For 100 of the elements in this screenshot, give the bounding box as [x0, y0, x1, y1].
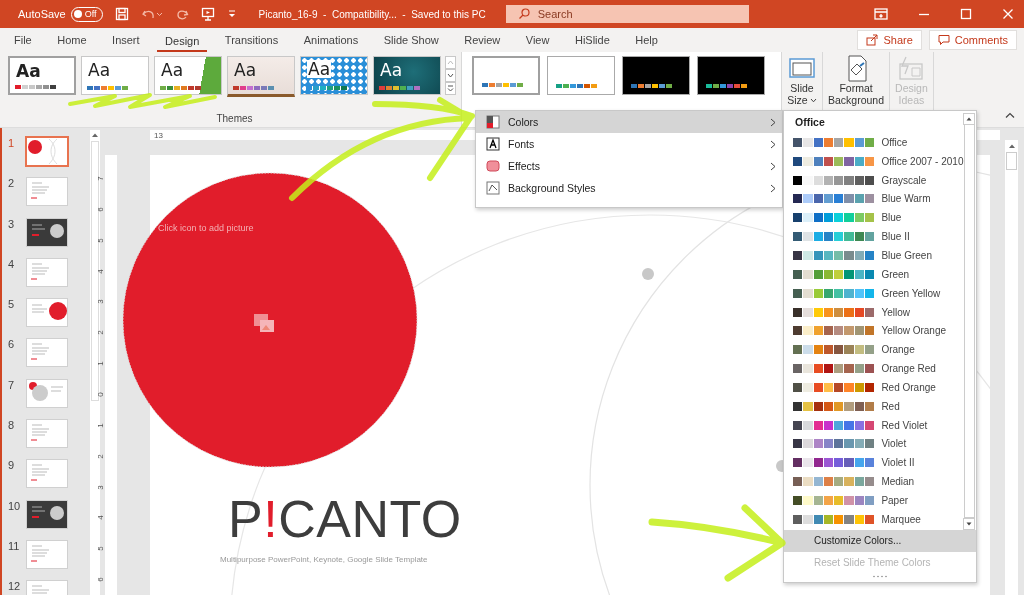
- insert-picture-icon[interactable]: [253, 313, 275, 333]
- theme-thumbnail[interactable]: Aa: [154, 56, 222, 95]
- ribbon-display-icon[interactable]: [874, 8, 888, 20]
- theme-sample-text: Aa: [380, 60, 403, 80]
- ruler-number: 6: [95, 577, 106, 582]
- ribbon-tab[interactable]: File: [6, 28, 40, 52]
- ribbon-tab[interactable]: Slide Show: [375, 28, 447, 52]
- slide-thumbnail[interactable]: [26, 378, 68, 408]
- color-scheme-item[interactable]: Blue Green: [793, 246, 964, 265]
- theme-thumbnail[interactable]: Aa: [81, 56, 149, 95]
- effects-icon: [486, 159, 500, 173]
- scrollbar[interactable]: [963, 111, 978, 530]
- slide-thumbnail[interactable]: [26, 338, 68, 368]
- more-icon[interactable]: [445, 82, 456, 95]
- scrollbar[interactable]: [90, 130, 100, 595]
- color-scheme-item[interactable]: Office 2007 - 2010: [793, 151, 964, 171]
- color-scheme-item[interactable]: Violet II: [793, 453, 964, 473]
- color-scheme-item[interactable]: Paper: [793, 491, 964, 510]
- slide-thumbnail[interactable]: [26, 459, 68, 489]
- ribbon-button[interactable]: Slide Size: [784, 54, 820, 106]
- ribbon-tab[interactable]: Help: [627, 28, 666, 52]
- color-scheme-item[interactable]: Red: [793, 396, 964, 416]
- ribbon-tab[interactable]: View: [517, 28, 558, 52]
- slide-number: 12: [7, 580, 22, 593]
- comments-button[interactable]: Comments: [928, 30, 1017, 50]
- theme-thumbnail[interactable]: Aa: [227, 56, 295, 97]
- color-scheme-item[interactable]: Orange Red: [793, 359, 964, 378]
- scroll-thumb[interactable]: [964, 125, 975, 518]
- scroll-down-icon[interactable]: [445, 69, 456, 82]
- slide-thumbnail[interactable]: [26, 499, 68, 529]
- slide-number: 6: [7, 338, 16, 351]
- customize-caret-icon[interactable]: [226, 9, 237, 19]
- menu-item[interactable]: Customize Colors...: [784, 530, 976, 552]
- ruler-number: 4: [95, 268, 106, 274]
- resize-grip-icon[interactable]: [872, 575, 888, 578]
- save-icon[interactable]: [114, 7, 129, 21]
- slide-number: 3: [7, 217, 16, 230]
- color-scheme-item[interactable]: Grayscale: [793, 170, 964, 190]
- color-scheme-item[interactable]: Median: [793, 472, 964, 492]
- slide-number: 10: [7, 499, 22, 512]
- color-scheme-item[interactable]: Blue II: [793, 227, 964, 247]
- variant-thumbnail[interactable]: [622, 56, 690, 95]
- theme-thumbnail[interactable]: Aa: [373, 56, 441, 95]
- scroll-thumb[interactable]: [1006, 152, 1017, 170]
- variant-thumbnail[interactable]: [697, 56, 765, 95]
- ribbon-tab[interactable]: Insert: [104, 28, 148, 52]
- ribbon-tab[interactable]: Design: [157, 28, 208, 52]
- slide-thumbnail[interactable]: [26, 217, 68, 247]
- slide-thumbnail[interactable]: [26, 298, 68, 328]
- color-scheme-item[interactable]: Green: [793, 264, 964, 284]
- ribbon-button[interactable]: Format Background: [825, 54, 888, 106]
- share-button[interactable]: Share: [857, 30, 922, 50]
- slide-thumbnail[interactable]: [26, 419, 68, 449]
- collapse-ribbon-icon[interactable]: [1004, 111, 1016, 119]
- ruler-number: 0: [95, 392, 106, 397]
- variant-thumbnail[interactable]: [472, 56, 540, 95]
- menu-item[interactable]: Background Styles: [476, 177, 782, 199]
- ribbon-tab[interactable]: HiSlide: [566, 28, 618, 52]
- theme-thumbnail[interactable]: Aa: [8, 56, 76, 95]
- ruler-number: 1: [95, 423, 106, 428]
- ribbon-tab[interactable]: Home: [49, 28, 95, 52]
- ribbon-tab[interactable]: Transitions: [216, 28, 287, 52]
- color-scheme-item[interactable]: Blue Warm: [793, 189, 964, 209]
- ribbon-tab[interactable]: Animations: [295, 28, 367, 52]
- color-scheme-item[interactable]: Marquee: [793, 509, 964, 529]
- close-icon[interactable]: [1002, 8, 1014, 20]
- menu-item[interactable]: Effects: [476, 155, 782, 177]
- maximize-icon[interactable]: [960, 8, 972, 20]
- slide-thumbnail[interactable]: [25, 136, 69, 167]
- color-scheme-item[interactable]: Green Yellow: [793, 283, 964, 303]
- slide-thumbnail[interactable]: [26, 539, 68, 569]
- picture-placeholder-circle[interactable]: [120, 170, 420, 470]
- color-scheme-item[interactable]: Red Violet: [793, 415, 964, 435]
- search-field[interactable]: Search: [505, 5, 749, 23]
- menu-item[interactable]: Fonts: [476, 133, 782, 155]
- variant-thumbnail[interactable]: [547, 56, 615, 95]
- ruler-number: 2: [95, 453, 106, 459]
- color-scheme-item[interactable]: Violet: [793, 434, 964, 454]
- color-scheme-item[interactable]: Yellow: [793, 302, 964, 322]
- color-scheme-item[interactable]: Office: [793, 133, 964, 152]
- document-title: Picanto_16-9 - Compatibility... - Saved to this PC: [258, 8, 486, 20]
- presentation-icon[interactable]: [200, 7, 215, 21]
- scroll-thumb[interactable]: [91, 141, 99, 401]
- color-scheme-item[interactable]: Orange: [793, 340, 964, 360]
- ribbon-tab[interactable]: Review: [456, 28, 509, 52]
- color-scheme-item[interactable]: Red Orange: [793, 377, 964, 397]
- theme-sample-text: Aa: [16, 61, 41, 81]
- scrollbar[interactable]: [1005, 140, 1018, 595]
- slide-thumbnail[interactable]: [26, 257, 68, 287]
- ruler-number: 5: [95, 237, 106, 243]
- theme-sample-text: Aa: [161, 60, 184, 80]
- theme-thumbnail[interactable]: Aa: [300, 56, 368, 95]
- slide-thumbnail[interactable]: [26, 177, 68, 207]
- slide-subtitle: Multipurpose PowerPoint, Keynote, Google Slide Template: [220, 555, 428, 564]
- color-scheme-item[interactable]: Blue: [793, 208, 964, 228]
- ruler-number: 2: [95, 330, 106, 335]
- color-scheme-item[interactable]: Yellow Orange: [793, 321, 964, 341]
- scroll-up-icon: [1007, 143, 1016, 149]
- menu-item[interactable]: Colors: [476, 111, 782, 133]
- scroll-up-icon[interactable]: [445, 56, 456, 69]
